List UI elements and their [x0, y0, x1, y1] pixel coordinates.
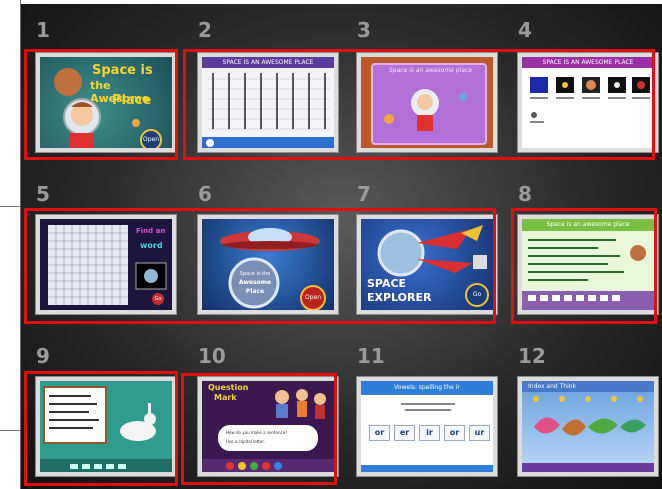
- choice-button[interactable]: or: [444, 425, 465, 441]
- question-text: How do you make a sentence?: [226, 430, 288, 435]
- choice-button[interactable]: or: [369, 425, 390, 441]
- circle-text: Awesome: [238, 279, 272, 286]
- answer-text: Use a capital letter.: [226, 439, 265, 444]
- circle-text: Space is the: [239, 271, 271, 277]
- slide-thumbnail-6[interactable]: Space is the Awesome Place Open: [197, 214, 339, 315]
- choice-row: or er ir or ur: [369, 425, 490, 441]
- slide-sorter: 1 2 3 4 Space is the Awesome Place Open …: [21, 4, 662, 489]
- strip-divider: [0, 206, 20, 207]
- slide-title: EXPLORER: [367, 291, 432, 304]
- choice-button[interactable]: ur: [469, 425, 490, 441]
- slide-thumbnail-9[interactable]: [35, 376, 177, 477]
- slide-thumbnail-7[interactable]: SPACE EXPLORER Go: [356, 214, 498, 315]
- circle-text: Place: [245, 288, 265, 295]
- slide-number: 2: [198, 18, 212, 42]
- slide-number: 12: [518, 344, 546, 368]
- slide-thumbnail-3[interactable]: Space is an awesome place: [356, 52, 498, 153]
- slide-number: 11: [357, 344, 385, 368]
- slide-number: 10: [198, 344, 226, 368]
- slide-number: 1: [36, 18, 50, 42]
- leaf-illustration: [522, 396, 654, 472]
- slide-thumbnail-2[interactable]: SPACE IS AN AWESOME PLACE: [197, 52, 339, 153]
- slide-title: SPACE: [367, 277, 407, 290]
- open-button[interactable]: Open: [140, 129, 162, 148]
- image-tiles: [530, 77, 650, 123]
- left-strip: [0, 0, 21, 489]
- side-text: Find an: [136, 227, 166, 235]
- choice-button[interactable]: er: [394, 425, 415, 441]
- slide-thumbnail-8[interactable]: Space is an awesome place: [517, 214, 659, 315]
- side-text: word: [140, 241, 163, 250]
- slide-thumbnail-4[interactable]: SPACE IS AN AWESOME PLACE: [517, 52, 659, 153]
- open-button[interactable]: Open: [300, 285, 326, 310]
- go-button[interactable]: Go: [465, 283, 489, 307]
- slide-number: 6: [198, 182, 212, 206]
- slide-number: 4: [518, 18, 532, 42]
- reading-scene: [40, 386, 172, 472]
- slide-thumbnail-1[interactable]: Space is the Awesome Place Open: [35, 52, 177, 153]
- grid-content: [202, 73, 334, 148]
- choice-button[interactable]: ir: [419, 425, 440, 441]
- slide-number: 9: [36, 344, 50, 368]
- go-button[interactable]: Go: [152, 293, 164, 305]
- text-lines: [522, 239, 654, 310]
- slide-thumbnail-10[interactable]: Question Mark How do you make a sentence…: [197, 376, 339, 477]
- slide-thumbnail-12[interactable]: Index and Think: [517, 376, 659, 477]
- slide-thumbnail-11[interactable]: Vowels: spelling the ir or er ir or ur: [356, 376, 498, 477]
- characters-illustration: [202, 389, 334, 472]
- slide-number: 5: [36, 182, 50, 206]
- slide-number: 7: [357, 182, 371, 206]
- slide-thumbnail-5[interactable]: Find an word Go: [35, 214, 177, 315]
- slide-number: 3: [357, 18, 371, 42]
- slide-number: 8: [518, 182, 532, 206]
- astronaut-illustration: [384, 89, 467, 131]
- strip-divider: [0, 430, 20, 431]
